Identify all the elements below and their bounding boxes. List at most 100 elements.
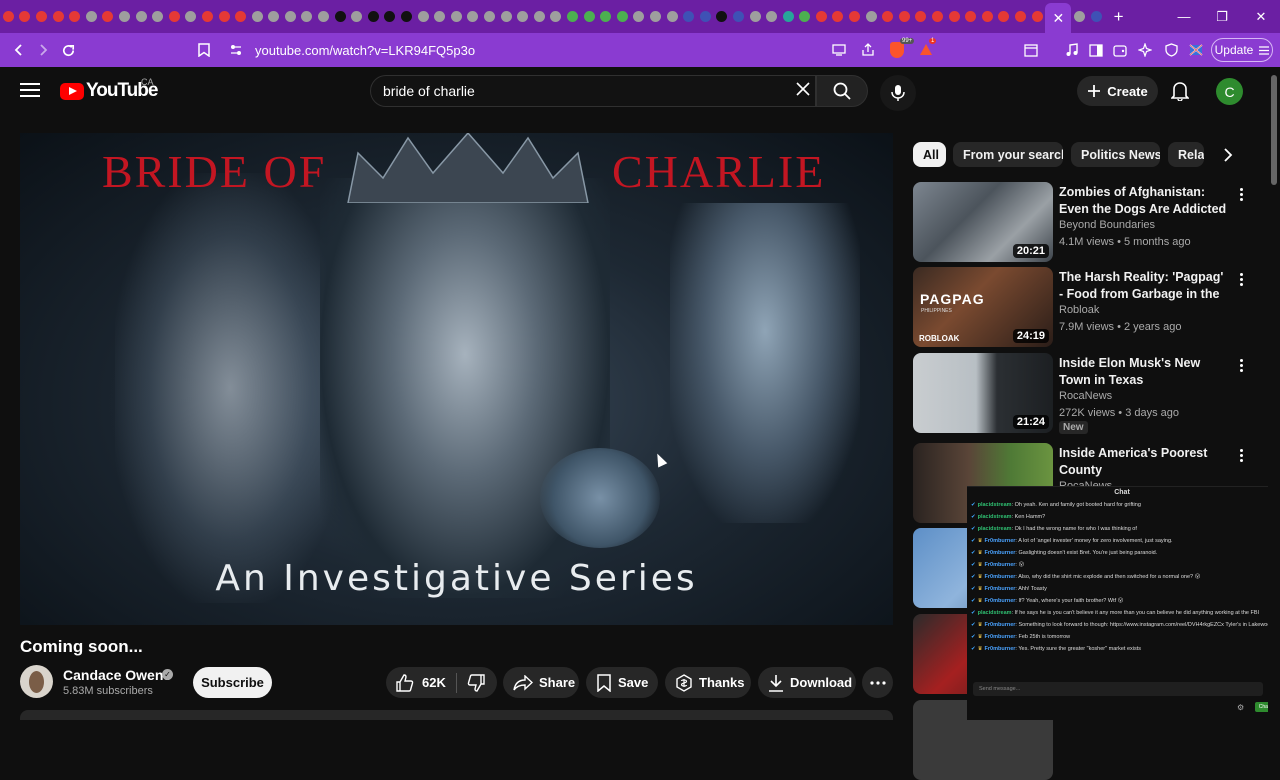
notifications-button[interactable] <box>1167 78 1193 104</box>
browser-tab[interactable] <box>299 0 316 33</box>
media-button[interactable] <box>1059 37 1085 63</box>
maximize-button[interactable]: ❐ <box>1203 0 1241 33</box>
browser-tab[interactable] <box>465 0 482 33</box>
chat-username[interactable]: placidstream <box>978 502 1012 508</box>
chat-username[interactable]: Fr0mburner <box>985 622 1016 628</box>
browser-tab[interactable] <box>50 0 67 33</box>
browser-tab[interactable] <box>17 0 34 33</box>
recommended-video[interactable]: 21:24 Inside Elon Musk's New Town in Tex… <box>913 353 1243 435</box>
chat-message-input[interactable]: Send message... <box>973 682 1263 696</box>
chat-username[interactable]: Fr0mburner <box>985 634 1016 640</box>
browser-tab[interactable] <box>348 0 365 33</box>
channel-name[interactable]: Beyond Boundaries <box>1059 219 1155 231</box>
scrollbar-thumb[interactable] <box>1271 75 1277 185</box>
gear-icon[interactable]: ⚙ <box>1237 703 1244 712</box>
close-window-button[interactable]: ✕ <box>1242 0 1280 33</box>
browser-tab[interactable] <box>631 0 648 33</box>
download-button[interactable]: Download <box>758 667 856 698</box>
active-tab-close-button[interactable]: ✕ <box>1045 3 1072 33</box>
chat-username[interactable]: Fr0mburner <box>985 550 1016 556</box>
new-tab-button[interactable]: + <box>1105 7 1133 27</box>
chat-username[interactable]: Fr0mburner <box>985 598 1016 604</box>
video-player[interactable]: BRIDE OF CHARLIE An Investigative Series <box>20 133 893 625</box>
guide-menu-button[interactable] <box>18 79 42 103</box>
extension-button[interactable] <box>1183 37 1209 63</box>
back-button[interactable] <box>6 37 32 63</box>
browser-tab[interactable] <box>199 0 216 33</box>
video-thumbnail[interactable]: 21:24 <box>913 353 1053 433</box>
more-options-icon[interactable] <box>1235 357 1247 373</box>
recommended-video[interactable]: PAGPAG PHILIPPINES ROBLOAK 24:19 The Har… <box>913 267 1243 349</box>
bookmark-button[interactable] <box>191 37 217 63</box>
browser-tab[interactable] <box>1071 0 1088 33</box>
update-button[interactable]: Update <box>1211 38 1273 62</box>
like-button[interactable]: 62K <box>386 673 446 692</box>
browser-tab[interactable] <box>714 0 731 33</box>
chat-username[interactable]: placidstream <box>978 514 1012 520</box>
create-button[interactable]: Create <box>1077 76 1158 106</box>
more-options-icon[interactable] <box>1235 186 1247 202</box>
reload-button[interactable] <box>55 37 81 63</box>
browser-tab[interactable] <box>946 0 963 33</box>
browser-tab[interactable] <box>149 0 166 33</box>
subscribe-button[interactable]: Subscribe <box>193 667 272 698</box>
browser-tab[interactable] <box>514 0 531 33</box>
chip-related[interactable]: Rela <box>1168 142 1204 167</box>
browser-tab[interactable] <box>680 0 697 33</box>
browser-tab[interactable] <box>813 0 830 33</box>
leo-ai-button[interactable] <box>1132 37 1158 63</box>
voice-search-button[interactable] <box>880 75 916 111</box>
browser-tab[interactable] <box>564 0 581 33</box>
more-options-icon[interactable] <box>1235 447 1247 463</box>
more-actions-button[interactable] <box>862 667 893 698</box>
browser-tab[interactable] <box>797 0 814 33</box>
browser-tab[interactable] <box>863 0 880 33</box>
browser-tab[interactable] <box>996 0 1013 33</box>
browser-tab[interactable] <box>597 0 614 33</box>
browser-tab[interactable] <box>747 0 764 33</box>
browser-tab[interactable] <box>249 0 266 33</box>
browser-tab[interactable] <box>332 0 349 33</box>
chat-username[interactable]: Fr0mburner <box>985 538 1016 544</box>
channel-avatar[interactable] <box>20 665 53 698</box>
browser-tab[interactable] <box>548 0 565 33</box>
tab-search-button[interactable] <box>1018 37 1044 63</box>
chip-from-your-search[interactable]: From your search <box>953 142 1063 167</box>
browser-tab[interactable] <box>979 0 996 33</box>
video-title[interactable]: Inside Elon Musk's New Town in Texas <box>1059 355 1229 389</box>
browser-tab[interactable] <box>730 0 747 33</box>
browser-tab[interactable] <box>100 0 117 33</box>
dislike-button[interactable] <box>457 673 485 692</box>
browser-tab[interactable] <box>83 0 100 33</box>
browser-tab[interactable] <box>1088 0 1105 33</box>
browser-tab[interactable] <box>216 0 233 33</box>
recommended-video[interactable]: 20:21 Zombies of Afghanistan: Even the D… <box>913 182 1243 264</box>
forward-button[interactable] <box>30 37 56 63</box>
more-options-icon[interactable] <box>1235 271 1247 287</box>
description-box-top[interactable] <box>20 710 893 720</box>
browser-tab[interactable] <box>481 0 498 33</box>
browser-tab[interactable] <box>664 0 681 33</box>
browser-tab[interactable] <box>183 0 200 33</box>
page-scrollbar[interactable] <box>1268 67 1280 720</box>
search-input[interactable]: bride of charlie <box>370 75 816 107</box>
browser-tab[interactable] <box>1029 0 1046 33</box>
video-title[interactable]: Zombies of Afghanistan: Even the Dogs Ar… <box>1059 184 1229 218</box>
chat-username[interactable]: Fr0mburner <box>985 586 1016 592</box>
browser-tab[interactable] <box>1012 0 1029 33</box>
sidebar-button[interactable] <box>1083 37 1109 63</box>
browser-tab[interactable] <box>962 0 979 33</box>
chat-username[interactable]: Fr0mburner <box>985 646 1016 652</box>
wallet-button[interactable] <box>1107 37 1133 63</box>
browser-tab[interactable] <box>282 0 299 33</box>
thanks-button[interactable]: Thanks <box>665 667 751 698</box>
search-button[interactable] <box>816 75 868 107</box>
save-button[interactable]: Save <box>586 667 658 698</box>
browser-tab[interactable] <box>913 0 930 33</box>
browser-tab[interactable] <box>830 0 847 33</box>
browser-tab[interactable] <box>879 0 896 33</box>
share-button[interactable]: Share <box>503 667 579 698</box>
video-thumbnail[interactable]: 20:21 <box>913 182 1053 262</box>
video-title[interactable]: The Harsh Reality: 'Pagpag' - Food from … <box>1059 269 1229 303</box>
browser-tab[interactable] <box>431 0 448 33</box>
